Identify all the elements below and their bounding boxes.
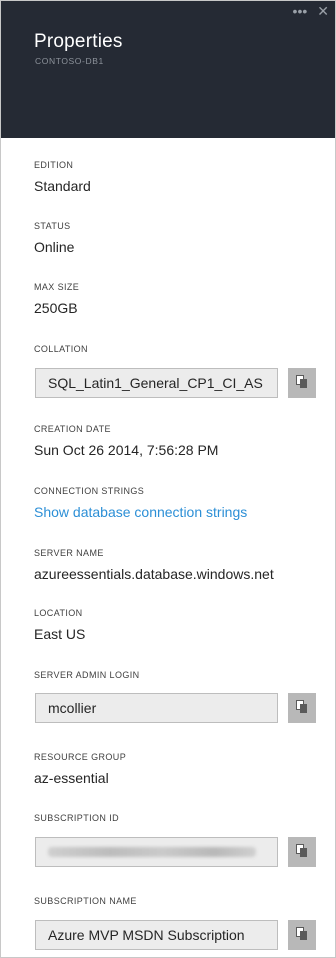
- resource-group-label: RESOURCE GROUP: [34, 752, 127, 762]
- blade-subtitle: CONTOSO-DB1: [35, 56, 104, 66]
- redacted-value: [48, 847, 256, 857]
- show-connection-strings-link[interactable]: Show database connection strings: [34, 504, 247, 520]
- close-icon[interactable]: ✕: [317, 3, 329, 19]
- server-name-label: SERVER NAME: [34, 548, 104, 558]
- subscription-id-field[interactable]: [35, 837, 278, 867]
- subscription-id-label: SUBSCRIPTION ID: [34, 813, 120, 823]
- creation-date-value: Sun Oct 26 2014, 7:56:28 PM: [34, 442, 219, 458]
- copy-icon: [296, 844, 307, 857]
- more-icon[interactable]: •••: [293, 3, 308, 19]
- subscription-name-field[interactable]: Azure MVP MSDN Subscription: [35, 920, 278, 950]
- status-value: Online: [34, 239, 75, 255]
- max-size-label: MAX SIZE: [34, 282, 80, 292]
- header-actions: ••• ✕: [293, 3, 329, 19]
- creation-date-label: CREATION DATE: [34, 424, 111, 434]
- location-value: East US: [34, 626, 86, 642]
- status-label: STATUS: [34, 221, 71, 231]
- max-size-value: 250GB: [34, 300, 78, 316]
- collation-label: COLLATION: [34, 344, 88, 354]
- resource-group-value: az-essential: [34, 770, 109, 786]
- subscription-name-label: SUBSCRIPTION NAME: [34, 896, 137, 906]
- subscription-name-copy-button[interactable]: [288, 920, 316, 950]
- copy-icon: [296, 375, 307, 388]
- server-name-value: azureessentials.database.windows.net: [34, 566, 274, 582]
- blade-header: ••• ✕ Properties CONTOSO-DB1: [1, 1, 335, 138]
- properties-blade: ••• ✕ Properties CONTOSO-DB1 EDITION Sta…: [0, 0, 336, 958]
- collation-field[interactable]: SQL_Latin1_General_CP1_CI_AS: [35, 368, 278, 398]
- server-admin-login-field[interactable]: mcollier: [35, 693, 278, 723]
- blade-title: Properties: [34, 31, 123, 52]
- copy-icon: [296, 700, 307, 713]
- server-admin-login-copy-button[interactable]: [288, 693, 316, 723]
- server-admin-login-label: SERVER ADMIN LOGIN: [34, 670, 140, 680]
- collation-copy-button[interactable]: [288, 368, 316, 398]
- connection-strings-label: CONNECTION STRINGS: [34, 486, 145, 496]
- edition-label: EDITION: [34, 160, 74, 170]
- subscription-id-copy-button[interactable]: [288, 837, 316, 867]
- location-label: LOCATION: [34, 608, 83, 618]
- copy-icon: [296, 927, 307, 940]
- edition-value: Standard: [34, 178, 91, 194]
